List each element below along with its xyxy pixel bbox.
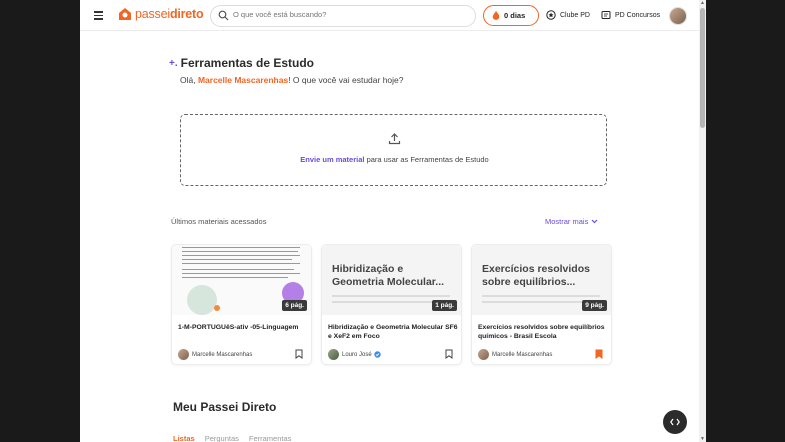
search-icon bbox=[218, 10, 229, 21]
page-title: +. Ferramentas de Estudo bbox=[169, 56, 314, 70]
club-label: Clube PD bbox=[560, 11, 590, 19]
author-name: Louro José bbox=[342, 351, 372, 358]
illustration bbox=[187, 285, 217, 315]
author-avatar bbox=[178, 349, 189, 360]
main-page: passeidireto 0 dias Clube PD bbox=[80, 0, 699, 442]
top-header: passeidireto 0 dias Clube PD bbox=[80, 0, 699, 31]
flame-icon bbox=[492, 10, 500, 20]
menu-icon[interactable] bbox=[94, 11, 103, 20]
card-title[interactable]: Hibridização e Geometria Molecular SF6 e… bbox=[328, 324, 458, 341]
card-author[interactable]: Louro José bbox=[328, 349, 381, 360]
upload-icon bbox=[388, 133, 401, 145]
scroll-down-icon[interactable]: ▼ bbox=[700, 436, 705, 442]
material-card[interactable]: 6 pág. 1-M-PORTUGUêS-ativ -05-Linguagem … bbox=[171, 244, 312, 365]
logo-text: passeidireto bbox=[135, 7, 204, 21]
author-avatar bbox=[328, 349, 339, 360]
card-thumbnail: Hibridização e Geometria Molecular... 1 … bbox=[322, 245, 461, 315]
card-title[interactable]: 1-M-PORTUGUêS-ativ -05-Linguagem bbox=[178, 324, 308, 333]
thumbnail-title: Hibridização e Geometria Molecular... bbox=[332, 263, 445, 288]
search-input[interactable] bbox=[233, 10, 463, 19]
scrollbar-thumb[interactable] bbox=[700, 8, 705, 128]
code-icon bbox=[670, 418, 680, 426]
material-card[interactable]: Exercícios resolvidos sobre equilíbrios.… bbox=[471, 244, 612, 365]
chevron-down-icon bbox=[591, 219, 598, 224]
user-name: Marcelle Mascarenhas bbox=[197, 75, 289, 85]
greeting-prefix: Olá, bbox=[180, 75, 198, 85]
concursos-icon bbox=[601, 11, 611, 19]
bookmark-icon[interactable] bbox=[445, 349, 453, 359]
upload-dropzone[interactable]: Envie um material para usar as Ferrament… bbox=[180, 114, 607, 186]
code-fab-button[interactable] bbox=[663, 410, 687, 434]
search-bar[interactable] bbox=[210, 5, 476, 27]
tab-listas[interactable]: Listas bbox=[173, 434, 195, 442]
tab-ferramentas[interactable]: Ferramentas bbox=[249, 434, 292, 442]
page-count-badge: 6 pág. bbox=[282, 300, 307, 311]
card-author[interactable]: Marcelle Mascarenhas bbox=[478, 349, 552, 360]
logo-icon bbox=[119, 8, 131, 20]
scroll-up-icon[interactable]: ▲ bbox=[700, 0, 705, 6]
concursos-label: PD Concursos bbox=[615, 11, 661, 19]
author-name: Marcelle Mascarenhas bbox=[192, 351, 253, 358]
streak-label: 0 dias bbox=[504, 11, 526, 20]
decoration-dot bbox=[214, 305, 220, 311]
bookmark-filled-icon[interactable] bbox=[595, 349, 603, 359]
sparkle-icon: +. bbox=[169, 57, 178, 69]
club-pd-link[interactable]: Clube PD bbox=[546, 10, 590, 20]
thumbnail-title: Exercícios resolvidos sobre equilíbrios.… bbox=[482, 263, 590, 288]
greeting: Olá, Marcelle Mascarenhas! O que você va… bbox=[180, 75, 404, 85]
section-tabs: Listas Perguntas Ferramentas bbox=[173, 434, 301, 442]
greeting-suffix: ! O que você vai estudar hoje? bbox=[288, 75, 404, 85]
streak-button[interactable]: 0 dias bbox=[483, 5, 539, 26]
verified-icon bbox=[373, 351, 381, 358]
page-count-badge: 1 pág. bbox=[432, 300, 457, 311]
tab-perguntas[interactable]: Perguntas bbox=[205, 434, 239, 442]
upload-link[interactable]: Envie um material bbox=[300, 155, 364, 164]
upload-rest: para usar as Ferramentas de Estudo bbox=[364, 155, 489, 164]
bookmark-icon[interactable] bbox=[295, 349, 303, 359]
card-thumbnail: Exercícios resolvidos sobre equilíbrios.… bbox=[472, 245, 611, 315]
card-title[interactable]: Exercícios resolvidos sobre equilíbrios … bbox=[478, 324, 608, 341]
card-author[interactable]: Marcelle Mascarenhas bbox=[178, 349, 252, 360]
author-name: Marcelle Mascarenhas bbox=[492, 351, 553, 358]
club-icon bbox=[546, 10, 556, 20]
logo[interactable]: passeidireto bbox=[118, 7, 204, 21]
section-title: Meu Passei Direto bbox=[173, 400, 277, 414]
user-avatar[interactable] bbox=[669, 7, 687, 25]
tools-title-text: Ferramentas de Estudo bbox=[180, 56, 314, 70]
card-thumbnail: 6 pág. bbox=[172, 245, 311, 315]
show-more-label: Mostrar mais bbox=[545, 217, 589, 226]
recent-materials-header: Últimos materiais acessados bbox=[171, 217, 267, 226]
pd-concursos-link[interactable]: PD Concursos bbox=[601, 10, 660, 20]
show-more-button[interactable]: Mostrar mais bbox=[545, 217, 598, 226]
author-avatar bbox=[478, 349, 489, 360]
material-card[interactable]: Hibridização e Geometria Molecular... 1 … bbox=[321, 244, 462, 365]
upload-text: Envie um material para usar as Ferrament… bbox=[181, 155, 608, 164]
page-scrollbar[interactable]: ▲ ▼ bbox=[699, 0, 706, 442]
page-count-badge: 9 pág. bbox=[582, 300, 607, 311]
